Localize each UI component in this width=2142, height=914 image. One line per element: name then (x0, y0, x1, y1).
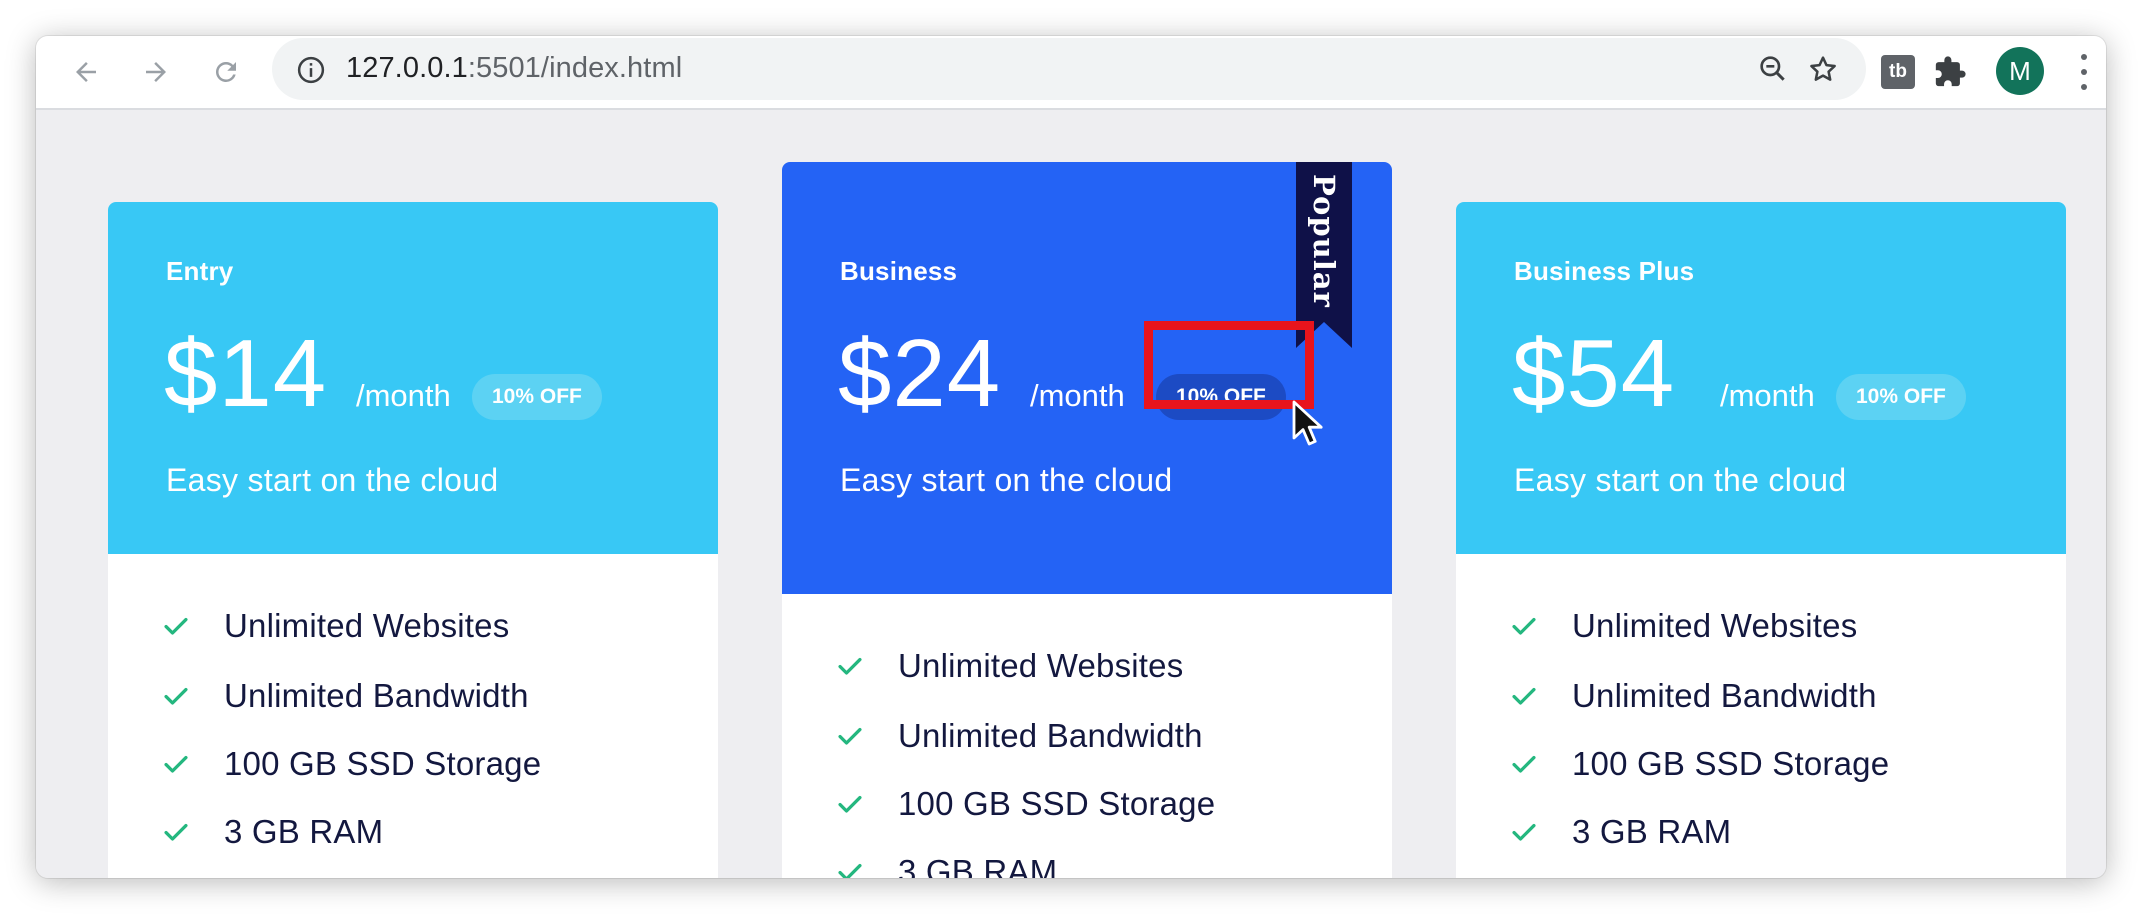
address-bar[interactable]: 127.0.0.1:5501/index.html (272, 38, 1866, 100)
reload-icon (215, 61, 236, 82)
feature-label: Unlimited Bandwidth (898, 717, 1203, 754)
url-text[interactable]: 127.0.0.1:5501/index.html (346, 52, 682, 85)
price-period: /month (1030, 378, 1125, 413)
card-header: Business Plus $54 /month 10% OFF Easy st… (1456, 202, 2066, 554)
price-period: /month (1720, 378, 1815, 413)
browser-window: 127.0.0.1:5501/index.html tb M Entry $14… (36, 36, 2106, 878)
extensions-button[interactable] (1930, 52, 1970, 92)
check-icon (838, 795, 862, 813)
reload-button[interactable] (206, 52, 246, 92)
list-item: Unlimited Websites (162, 606, 509, 646)
list-item: 3 GB RAM (836, 852, 1057, 878)
feature-label: Unlimited Bandwidth (1572, 677, 1877, 714)
zoom-out-icon (1760, 56, 1785, 81)
feature-label: Unlimited Websites (224, 607, 510, 644)
check-icon (1512, 617, 1536, 635)
list-item: Unlimited Bandwidth (162, 676, 529, 716)
list-item: 100 GB SSD Storage (162, 744, 541, 784)
list-item: 3 GB RAM (162, 812, 383, 852)
plan-name: Business (840, 256, 958, 286)
star-icon (1810, 56, 1836, 81)
url-path: :5501/index.html (467, 52, 683, 84)
forward-icon (146, 62, 166, 82)
forward-button[interactable] (136, 52, 176, 92)
plan-price: $14 (164, 320, 328, 427)
feature-label: 100 GB SSD Storage (1572, 745, 1890, 782)
pricing-card-entry: Entry $14 /month 10% OFF Easy start on t… (108, 202, 718, 878)
plan-price: $24 (838, 320, 1002, 427)
check-icon (164, 755, 188, 773)
plan-name: Business Plus (1514, 256, 1695, 286)
list-item: 3 GB RAM (1510, 812, 1731, 852)
pricing-card-business: Business $24 /month 10% OFF Easy start o… (782, 162, 1392, 878)
extension-tb-button[interactable]: tb (1878, 52, 1918, 92)
card-header: Business $24 /month 10% OFF Easy start o… (782, 162, 1392, 594)
list-item: Unlimited Websites (836, 646, 1183, 686)
plan-price: $54 (1512, 320, 1676, 427)
check-icon (838, 727, 862, 745)
check-icon (164, 687, 188, 705)
feature-label: 3 GB RAM (898, 853, 1058, 878)
list-item: 100 GB SSD Storage (836, 784, 1215, 824)
plan-tagline: Easy start on the cloud (840, 462, 1173, 498)
discount-badge[interactable]: 10% OFF (472, 374, 602, 420)
back-icon (76, 62, 96, 82)
feature-label: Unlimited Websites (1572, 607, 1858, 644)
plan-name: Entry (166, 256, 234, 286)
price-period: /month (356, 378, 451, 413)
plan-tagline: Easy start on the cloud (1514, 462, 1847, 498)
check-icon (1512, 755, 1536, 773)
pricing-card-business-plus: Business Plus $54 /month 10% OFF Easy st… (1456, 202, 2066, 878)
check-icon (1512, 687, 1536, 705)
check-icon (838, 863, 862, 878)
url-host: 127.0.0.1 (346, 52, 468, 84)
info-icon[interactable] (296, 55, 326, 85)
feature-label: Unlimited Websites (898, 647, 1184, 684)
check-icon (164, 617, 188, 635)
plan-tagline: Easy start on the cloud (166, 462, 499, 498)
check-icon (1512, 823, 1536, 841)
list-item: Unlimited Websites (1510, 606, 1857, 646)
back-button[interactable] (66, 52, 106, 92)
list-item: Unlimited Bandwidth (836, 716, 1203, 756)
list-item: 100 GB SSD Storage (1510, 744, 1889, 784)
card-header: Entry $14 /month 10% OFF Easy start on t… (108, 202, 718, 554)
feature-label: 3 GB RAM (1572, 813, 1732, 850)
extension-tb-icon: tb (1881, 55, 1915, 89)
cursor-icon (1292, 400, 1323, 446)
avatar[interactable]: M (1996, 47, 2044, 95)
check-icon (164, 823, 188, 841)
discount-badge[interactable]: 10% OFF (1156, 374, 1286, 420)
feature-label: 3 GB RAM (224, 813, 384, 850)
discount-badge[interactable]: 10% OFF (1836, 374, 1966, 420)
feature-label: 100 GB SSD Storage (224, 745, 542, 782)
bookmark-button[interactable] (1806, 52, 1840, 86)
zoom-out-button[interactable] (1756, 52, 1790, 86)
check-icon (838, 657, 862, 675)
feature-label: Unlimited Bandwidth (224, 677, 529, 714)
puzzle-icon (1935, 56, 1966, 87)
menu-icon[interactable] (2076, 54, 2092, 90)
ribbon-label: Popular (1307, 174, 1341, 308)
browser-toolbar: 127.0.0.1:5501/index.html tb M (36, 36, 2106, 110)
feature-label: 100 GB SSD Storage (898, 785, 1216, 822)
page-content: Entry $14 /month 10% OFF Easy start on t… (36, 110, 2106, 878)
list-item: Unlimited Bandwidth (1510, 676, 1877, 716)
